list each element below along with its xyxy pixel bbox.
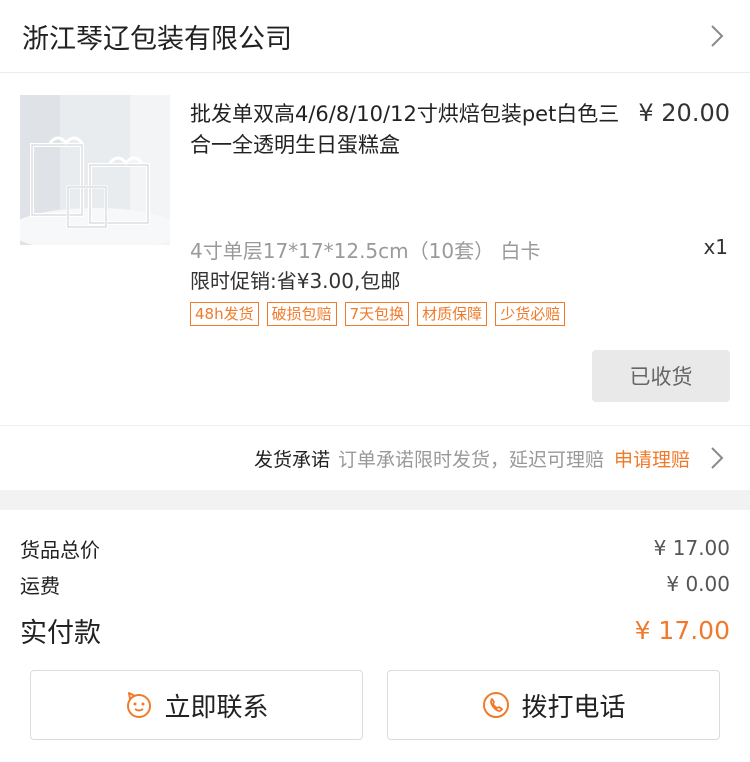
payment-summary-card: 货品总价 ¥ 17.00 运费 ¥ 0.00 实付款 ¥ 17.00 立即联系: [0, 510, 750, 762]
shipping-promise-row[interactable]: 发货承诺 订单承诺限时发货，延迟可理赔 申请理赔: [0, 425, 750, 490]
service-tag: 7天包换: [344, 302, 410, 326]
shipping-fee-row: 运费 ¥ 0.00: [20, 566, 730, 602]
call-phone-label: 拨打电话: [521, 692, 626, 723]
chevron-right-icon[interactable]: [706, 25, 728, 47]
service-tag: 48h发货: [190, 302, 259, 326]
shipping-fee-label: 运费: [20, 573, 60, 598]
shop-header[interactable]: 浙江琴辽包装有限公司: [0, 0, 750, 73]
goods-total-label: 货品总价: [20, 537, 100, 562]
product-title[interactable]: 批发单双高4/6/8/10/12寸烘焙包装pet白色三合一全透明生日蛋糕盒: [190, 99, 622, 161]
paid-amount-value: ¥ 17.00: [634, 615, 730, 645]
claim-link[interactable]: 申请理赔: [614, 445, 690, 472]
product-quantity: x1: [703, 235, 728, 259]
paid-amount-row: 实付款 ¥ 17.00: [20, 604, 730, 656]
received-button[interactable]: 已收货: [592, 350, 730, 402]
product-thumbnail[interactable]: [20, 95, 170, 245]
product-item[interactable]: 批发单双高4/6/8/10/12寸烘焙包装pet白色三合一全透明生日蛋糕盒 ¥ …: [0, 73, 750, 402]
service-tag: 材质保障: [417, 302, 488, 326]
product-spec: 4寸单层17*17*12.5cm（10套） 白卡: [190, 239, 541, 263]
promise-description: 订单承诺限时发货，延迟可理赔: [337, 448, 604, 471]
action-buttons: 立即联系 拨打电话: [0, 656, 750, 762]
chevron-right-icon[interactable]: [706, 447, 728, 469]
shop-name[interactable]: 浙江琴辽包装有限公司: [22, 17, 292, 56]
paid-amount-label: 实付款: [20, 617, 101, 649]
service-tag: 破损包赔: [266, 302, 337, 326]
goods-total-row: 货品总价 ¥ 17.00: [20, 530, 730, 566]
product-promo: 限时促销:省¥3.00,包邮: [190, 269, 401, 293]
shipping-fee-value: ¥ 0.00: [666, 572, 730, 596]
contact-seller-button[interactable]: 立即联系: [30, 670, 363, 740]
product-price: ¥ 20.00: [638, 99, 730, 127]
price-summary: 货品总价 ¥ 17.00 运费 ¥ 0.00 实付款 ¥ 17.00: [0, 510, 750, 656]
promise-label: 发货承诺: [253, 448, 330, 471]
service-tag: 少货必赔: [495, 302, 566, 326]
phone-icon: [481, 690, 511, 720]
call-phone-button[interactable]: 拨打电话: [387, 670, 720, 740]
order-card: 浙江琴辽包装有限公司 批发单双高4/6/8/10/12寸烘焙包装pet白色三合一: [0, 0, 750, 490]
section-divider: [0, 490, 750, 510]
goods-total-value: ¥ 17.00: [653, 536, 730, 560]
chat-face-icon: [124, 690, 154, 720]
service-tags: 48h发货 破损包赔 7天包换 材质保障 少货必赔: [190, 302, 566, 326]
contact-seller-label: 立即联系: [164, 692, 269, 723]
